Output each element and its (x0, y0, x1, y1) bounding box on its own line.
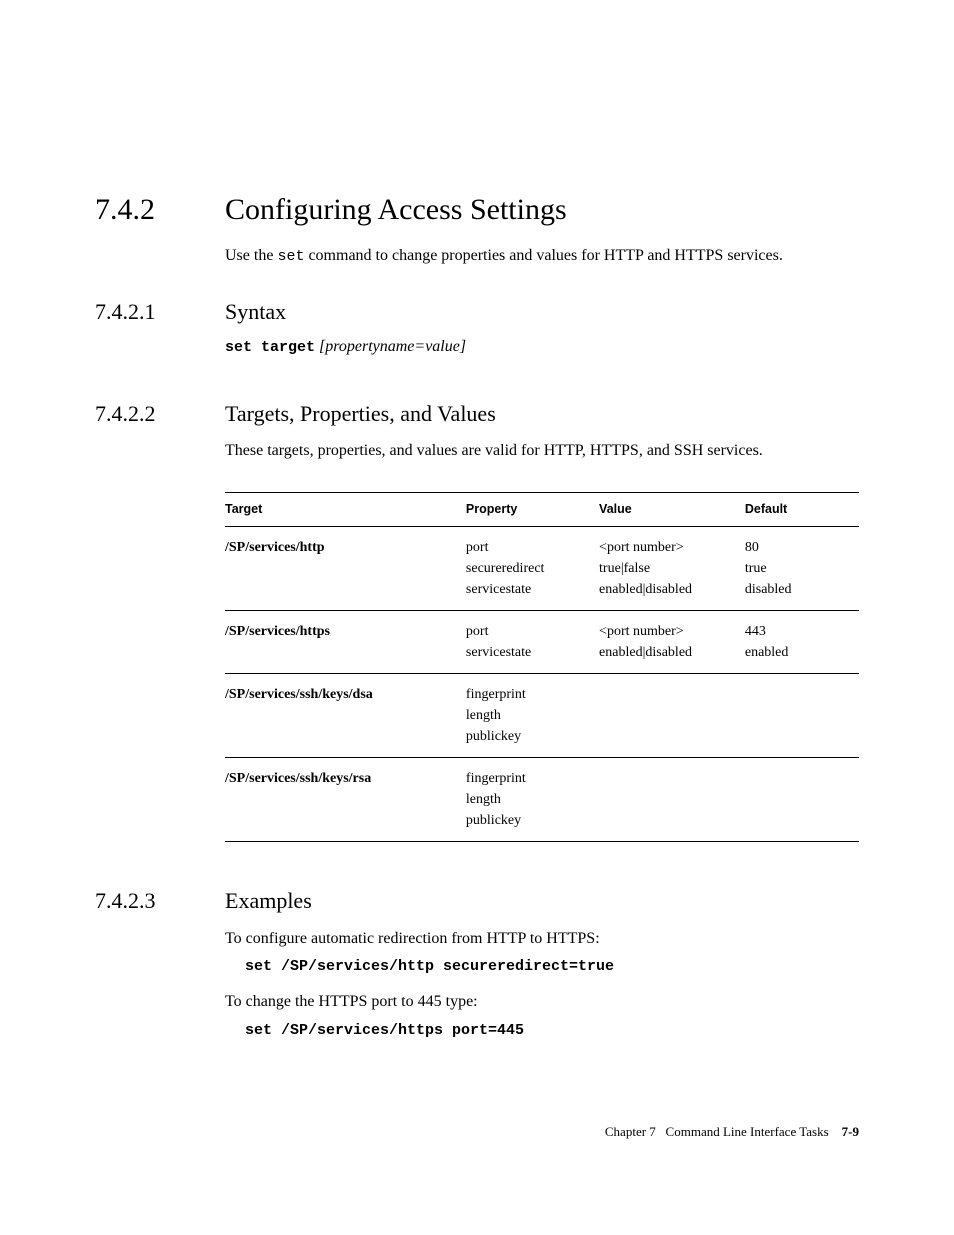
intro-block: Use the set command to change properties… (225, 245, 859, 267)
text: command to change properties and values … (304, 247, 782, 264)
page-footer: Chapter 7 Command Line Interface Tasks 7… (605, 1123, 859, 1141)
heading-title: Examples (225, 886, 312, 916)
cell-target: /SP/services/ssh/keys/rsa (225, 757, 466, 841)
page-content: 7.4.2 Configuring Access Settings Use th… (0, 0, 954, 1041)
example-text: To configure automatic redirection from … (225, 928, 859, 950)
heading-7-4-2-1: 7.4.2.1 Syntax (95, 297, 859, 327)
cell-default (745, 757, 859, 841)
heading-7-4-2-2: 7.4.2.2 Targets, Properties, and Values (95, 399, 859, 429)
cell-default: 443enabled (745, 610, 859, 673)
heading-number: 7.4.2.3 (95, 886, 225, 916)
tpv-block: These targets, properties, and values ar… (225, 440, 859, 841)
table-row: /SP/services/http portsecureredirectserv… (225, 526, 859, 610)
cell-target: /SP/services/https (225, 610, 466, 673)
syntax-command: set target (225, 339, 315, 356)
heading-number: 7.4.2.2 (95, 399, 225, 429)
cell-target: /SP/services/ssh/keys/dsa (225, 673, 466, 757)
cell-default: 80truedisabled (745, 526, 859, 610)
heading-7-4-2: 7.4.2 Configuring Access Settings (95, 190, 859, 231)
table-row: /SP/services/ssh/keys/rsa fingerprintlen… (225, 757, 859, 841)
cell-property: fingerprintlengthpublickey (466, 757, 599, 841)
intro-paragraph: Use the set command to change properties… (225, 245, 859, 267)
text: Use the (225, 247, 277, 264)
col-value: Value (599, 492, 745, 526)
table-header-row: Target Property Value Default (225, 492, 859, 526)
heading-7-4-2-3: 7.4.2.3 Examples (95, 886, 859, 916)
col-property: Property (466, 492, 599, 526)
cell-default (745, 673, 859, 757)
heading-title: Configuring Access Settings (225, 190, 567, 231)
footer-page: 7-9 (842, 1124, 859, 1139)
tpv-intro: These targets, properties, and values ar… (225, 440, 859, 462)
cell-target: /SP/services/http (225, 526, 466, 610)
heading-number: 7.4.2.1 (95, 297, 225, 327)
cell-property: portsecureredirectservicestate (466, 526, 599, 610)
cell-value: <port number>enabled|disabled (599, 610, 745, 673)
cell-value (599, 757, 745, 841)
heading-title: Syntax (225, 297, 286, 327)
table-row: /SP/services/https portservicestate <por… (225, 610, 859, 673)
properties-table: Target Property Value Default /SP/servic… (225, 492, 859, 842)
cell-property: fingerprintlengthpublickey (466, 673, 599, 757)
cell-value (599, 673, 745, 757)
table-row: /SP/services/ssh/keys/dsa fingerprintlen… (225, 673, 859, 757)
syntax-args: [propertyname=value] (315, 338, 466, 355)
example-text: To change the HTTPS port to 445 type: (225, 991, 859, 1013)
inline-code: set (277, 248, 304, 265)
example-code: set /SP/services/http secureredirect=tru… (245, 957, 859, 977)
cell-value: <port number>true|falseenabled|disabled (599, 526, 745, 610)
cell-property: portservicestate (466, 610, 599, 673)
example-code: set /SP/services/https port=445 (245, 1021, 859, 1041)
heading-number: 7.4.2 (95, 190, 225, 231)
syntax-block: set target [propertyname=value] (225, 336, 859, 358)
examples-block: To configure automatic redirection from … (225, 928, 859, 1042)
syntax-line: set target [propertyname=value] (225, 336, 859, 358)
footer-title: Command Line Interface Tasks (666, 1124, 829, 1139)
col-default: Default (745, 492, 859, 526)
col-target: Target (225, 492, 466, 526)
heading-title: Targets, Properties, and Values (225, 399, 496, 429)
footer-chapter: Chapter 7 (605, 1124, 656, 1139)
